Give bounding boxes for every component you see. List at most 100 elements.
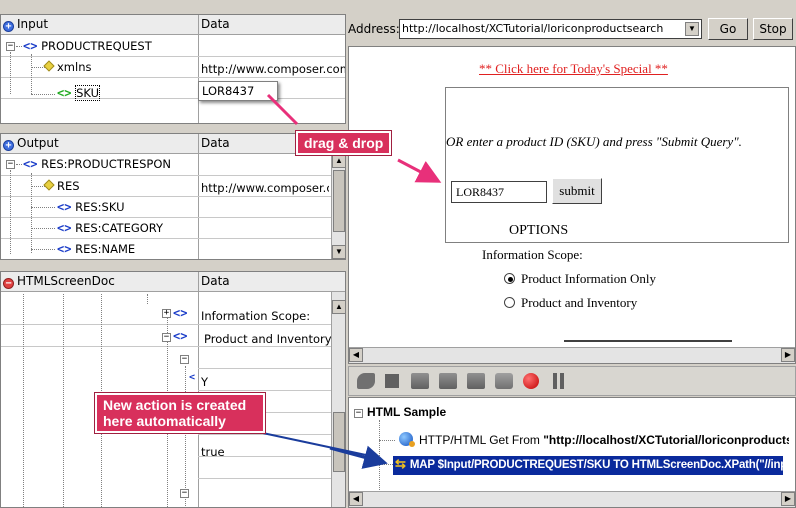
output-header: + Output Data	[1, 134, 345, 154]
tree-node-html-sample[interactable]: HTML Sample	[367, 404, 446, 420]
step-into-icon[interactable]	[439, 373, 457, 389]
element-tag-icon: <>	[23, 157, 38, 171]
collapse-toggle-icon[interactable]: −	[354, 409, 363, 418]
sku-search-input[interactable]: LOR8437	[451, 181, 547, 203]
scroll-left-icon[interactable]: ◀	[349, 492, 363, 506]
partial-element	[564, 340, 732, 342]
element-tag-icon: <>	[173, 306, 188, 320]
radio-product-and-inventory[interactable]: Product and Inventory	[504, 295, 637, 311]
attribute-icon	[43, 60, 55, 72]
stop-button[interactable]: Stop	[753, 18, 793, 40]
output-column-title: Output	[17, 136, 59, 150]
tree-node-child[interactable]: <	[189, 368, 195, 386]
attribute-icon	[43, 179, 55, 191]
input-panel: + Input Data − <> PRODUCTREQUEST xmlns ht…	[0, 14, 346, 124]
submit-button[interactable]: submit	[552, 178, 602, 204]
action-map-selected[interactable]: ⇆ MAP $Input/PRODUCTREQUEST/SKU TO HTMLSc…	[393, 456, 783, 475]
scroll-up-icon[interactable]: ▲	[332, 154, 345, 168]
input-column-title: Input	[17, 17, 49, 31]
expand-plus-icon[interactable]: +	[3, 21, 14, 32]
globe-icon	[399, 432, 415, 447]
address-dropdown-icon[interactable]: ▼	[685, 22, 699, 36]
input-data-column-title: Data	[201, 17, 230, 31]
stop-square-icon[interactable]	[385, 374, 399, 388]
todays-special-link[interactable]: ** Click here for Today's Special **	[479, 61, 668, 77]
collapse-toggle-icon[interactable]: −	[6, 42, 15, 51]
tree-node-res-sku[interactable]: <> RES:SKU	[57, 199, 125, 215]
element-tag-icon: <>	[173, 329, 188, 343]
collapse-minus-icon[interactable]: −	[3, 278, 14, 289]
htmlscreendoc-panel: − HTMLScreenDoc Data + <> Information Sco…	[0, 271, 346, 508]
actions-toolbar	[348, 366, 796, 396]
collapse-toggle-icon[interactable]: −	[162, 333, 171, 342]
expand-toggle-icon[interactable]: +	[162, 309, 171, 318]
tree-node-product-and-inventory[interactable]: <>	[173, 328, 187, 344]
tree-node-xmlns[interactable]: xmlns	[43, 59, 91, 75]
record-icon[interactable]	[357, 373, 375, 389]
actions-hscrollbar[interactable]: ◀ ▶	[349, 491, 795, 507]
tree-node-res[interactable]: RES	[43, 178, 80, 194]
element-tag-icon: <>	[57, 242, 72, 256]
product-and-inventory-value[interactable]: Product and Inventory	[204, 332, 332, 346]
htmlscreendoc-data-column-title: Data	[201, 274, 230, 288]
pause-icon[interactable]	[553, 373, 565, 389]
element-tag-icon: <>	[57, 86, 72, 100]
element-tag-icon: <>	[57, 221, 72, 235]
collapse-toggle-icon[interactable]: −	[6, 160, 15, 169]
address-input[interactable]: http://localhost/XCTutorial/loriconprodu…	[399, 19, 702, 39]
element-tag-icon: <>	[57, 200, 72, 214]
radio-product-info-only[interactable]: Product Information Only	[504, 271, 656, 287]
address-bar: Address: http://localhost/XCTutorial/lor…	[348, 14, 796, 44]
go-button[interactable]: Go	[708, 18, 748, 40]
actions-tree: − HTML Sample HTTP/HTML Get From "http:/…	[348, 397, 796, 508]
scroll-thumb[interactable]	[333, 412, 345, 472]
expand-plus-icon[interactable]: +	[3, 140, 14, 151]
tree-node-res-productresponse[interactable]: <> RES:PRODUCTRESPON	[23, 156, 171, 172]
collapse-toggle-icon[interactable]: −	[180, 355, 189, 364]
scroll-left-icon[interactable]: ◀	[349, 348, 363, 362]
new-action-line-2: here automatically	[103, 413, 226, 429]
search-form-box	[445, 87, 789, 243]
browser-view: ** Click here for Today's Special ** OR …	[348, 46, 796, 364]
radio-selected-icon[interactable]	[504, 273, 515, 284]
options-heading: OPTIONS	[509, 223, 569, 238]
radio-unselected-icon[interactable]	[504, 297, 515, 308]
collapse-toggle-icon[interactable]: −	[180, 489, 189, 498]
address-label: Address:	[348, 22, 400, 36]
scope-label: Information Scope:	[482, 247, 583, 262]
tree-node-information-scope[interactable]: <>	[173, 305, 187, 321]
y-value[interactable]: Y	[201, 375, 241, 389]
tree-node-res-name[interactable]: <> RES:NAME	[57, 241, 135, 257]
tree-node-res-category[interactable]: <> RES:CATEGORY	[57, 220, 163, 236]
actions-scrollbar[interactable]	[789, 398, 795, 491]
sku-value[interactable]: LOR8437	[198, 81, 278, 101]
htmlscreendoc-header: − HTMLScreenDoc Data	[1, 272, 345, 292]
htmlscreendoc-scrollbar[interactable]: ▲	[331, 292, 345, 507]
input-header: + Input Data	[1, 15, 345, 35]
tree-node-productrequest[interactable]: <> PRODUCTREQUEST	[23, 38, 152, 54]
run-icon[interactable]	[495, 373, 513, 389]
action-http-get[interactable]: HTTP/HTML Get From "http://localhost/XCT…	[399, 432, 795, 448]
element-tag-icon: <	[189, 372, 196, 383]
scroll-right-icon[interactable]: ▶	[781, 348, 795, 362]
xmlns-value[interactable]: http://www.composer.com/	[201, 62, 345, 76]
scroll-down-icon[interactable]: ▼	[332, 245, 345, 259]
step-out-icon[interactable]	[467, 373, 485, 389]
scroll-right-icon[interactable]: ▶	[781, 492, 795, 506]
scroll-up-icon[interactable]: ▲	[332, 300, 345, 314]
browser-hscrollbar[interactable]: ◀ ▶	[349, 347, 795, 363]
drag-drop-callout: drag & drop	[296, 131, 392, 155]
scroll-thumb[interactable]	[333, 170, 345, 232]
new-action-callout: New action is created here automatically	[95, 393, 265, 433]
htmlscreendoc-column-title: HTMLScreenDoc	[17, 274, 115, 288]
output-data-column-title: Data	[201, 136, 230, 150]
true-value[interactable]: true	[201, 445, 241, 459]
tree-node-sku[interactable]: <> SKU	[57, 85, 101, 101]
output-scrollbar[interactable]: ▲ ▼	[331, 154, 345, 259]
map-arrows-icon: ⇆	[395, 456, 406, 471]
res-value[interactable]: http://www.composer.co	[201, 181, 329, 195]
sku-prompt: OR enter a product ID (SKU) and press "S…	[446, 134, 742, 149]
breakpoint-icon[interactable]	[523, 373, 539, 389]
information-scope-value[interactable]: Information Scope:	[201, 309, 331, 323]
step-over-icon[interactable]	[411, 373, 429, 389]
